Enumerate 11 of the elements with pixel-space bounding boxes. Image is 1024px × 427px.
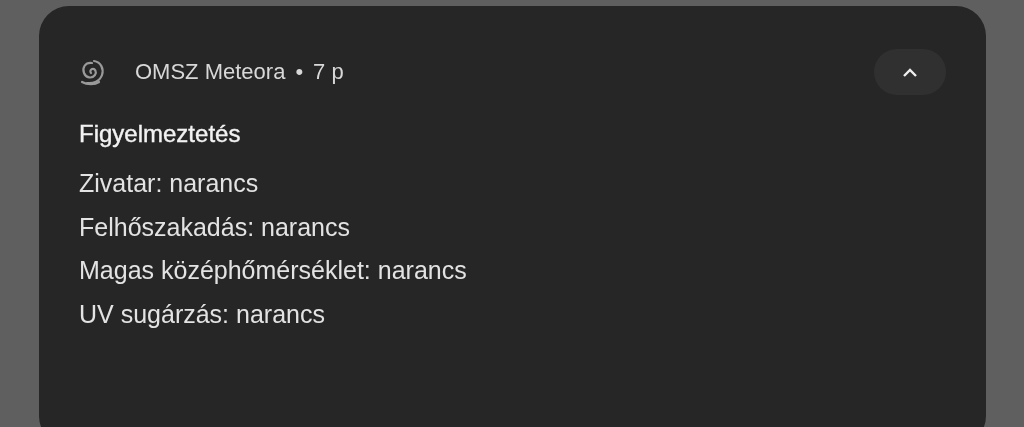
notification-title: Figyelmeztetés	[79, 120, 242, 148]
spiral-icon	[79, 58, 105, 86]
app-name: OMSZ Meteora	[135, 59, 286, 85]
separator-dot: •	[295, 59, 304, 85]
warning-line: Zivatar: narancs	[79, 168, 259, 199]
notification-time: 7 p	[313, 59, 344, 85]
chevron-icon	[902, 67, 918, 77]
warning-line: Felhőszakadás: narancs	[79, 211, 350, 243]
collapse-button[interactable]	[874, 49, 946, 95]
warning-line: UV sugárzás: narancs	[79, 298, 325, 330]
warning-line: Magas középhőmérséklet: narancs	[79, 255, 467, 286]
